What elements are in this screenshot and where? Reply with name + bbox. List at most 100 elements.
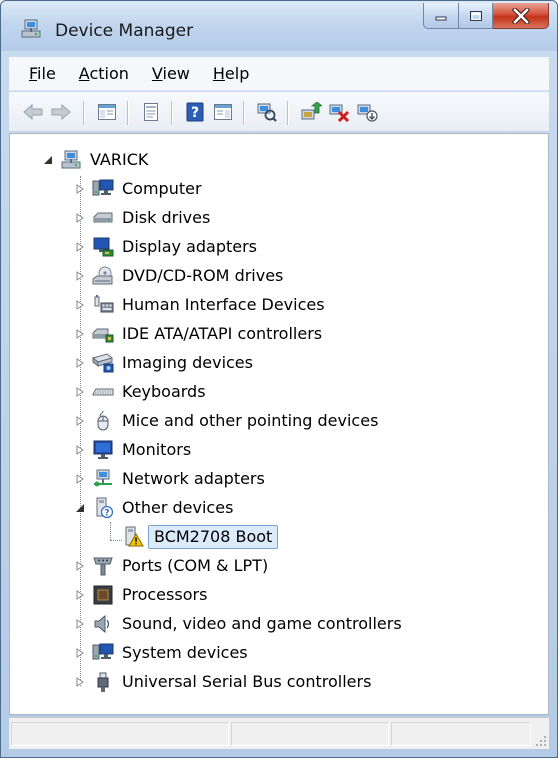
tree-item-label: Processors (122, 585, 208, 604)
device-manager-icon (21, 19, 41, 38)
unknown-device-icon: ? (96, 497, 114, 519)
menu-file[interactable]: File (29, 64, 56, 83)
status-cell (231, 722, 389, 746)
expand-triangle-icon[interactable] (74, 415, 86, 427)
tree-item-processors[interactable]: Processors (10, 581, 510, 609)
scan-hardware-button[interactable] (255, 100, 279, 124)
expand-triangle-icon[interactable] (74, 357, 86, 369)
tree-item-label: BCM2708 Boot (148, 525, 279, 549)
show-hide-console-tree-icon (98, 104, 116, 120)
svg-text:?: ? (191, 105, 199, 121)
tree-item-hid[interactable]: Human Interface Devices (10, 291, 510, 319)
sound-icon (94, 614, 110, 634)
status-bar (9, 717, 549, 749)
ide-controller-icon (92, 328, 114, 343)
network-adapter-icon (94, 469, 112, 487)
tree-item-ide-controllers[interactable]: IDE ATA/ATAPI controllers (10, 320, 510, 348)
expand-triangle-icon[interactable] (74, 270, 86, 282)
svg-text:?: ? (104, 509, 109, 519)
usb-icon (97, 672, 109, 692)
tree-item-disk-drives[interactable]: Disk drives (10, 204, 510, 232)
status-cell (11, 722, 229, 746)
menu-view-key: V (151, 64, 163, 83)
tree-item-label: Ports (COM & LPT) (122, 556, 269, 575)
tree-item-label: Monitors (122, 440, 192, 459)
device-tree[interactable]: VARICK Computer Disk drives Display adap… (9, 133, 549, 715)
expand-triangle-icon[interactable] (74, 328, 86, 340)
back-button[interactable] (21, 100, 45, 124)
expand-triangle-icon[interactable] (74, 618, 86, 630)
close-icon (511, 7, 530, 24)
expand-triangle-icon[interactable] (74, 183, 86, 195)
monitor-icon (93, 440, 113, 459)
collapse-triangle-icon[interactable] (42, 154, 54, 166)
tree-item-label: Imaging devices (122, 353, 253, 372)
show-hide-console-tree-button[interactable] (95, 100, 119, 124)
show-hide-action-pane-icon (214, 104, 232, 120)
expand-triangle-icon[interactable] (74, 647, 86, 659)
resize-grip-icon[interactable] (535, 735, 547, 747)
expand-triangle-icon[interactable] (74, 299, 86, 311)
warning-device-icon (125, 526, 144, 547)
help-button[interactable]: ? (183, 100, 207, 124)
toolbar-separator (83, 101, 84, 125)
tree-item-sound[interactable]: Sound, video and game controllers (10, 610, 510, 638)
minimize-button[interactable] (423, 3, 459, 29)
tree-root-row[interactable]: VARICK (10, 146, 510, 174)
tree-item-ports[interactable]: Ports (COM & LPT) (10, 552, 510, 580)
tree-item-network-adapters[interactable]: Network adapters (10, 465, 510, 493)
tree-item-imaging-devices[interactable]: Imaging devices (10, 349, 510, 377)
tree-item-label: System devices (122, 643, 248, 662)
update-driver-button[interactable] (299, 100, 323, 124)
menu-bar: File Action View Help (9, 57, 549, 91)
tree-item-keyboards[interactable]: Keyboards (10, 378, 510, 406)
tree-item-other-devices[interactable]: ? Other devices (10, 494, 510, 522)
disable-device-button[interactable] (355, 100, 379, 124)
expand-triangle-icon[interactable] (74, 473, 86, 485)
tree-item-label: Sound, video and game controllers (122, 614, 402, 633)
tree-item-label: Disk drives (122, 208, 211, 227)
tree-item-mice[interactable]: Mice and other pointing devices (10, 407, 510, 435)
tree-item-dvd-drives[interactable]: DVD/CD-ROM drives (10, 262, 510, 290)
port-icon (93, 557, 113, 576)
expand-triangle-icon[interactable] (74, 444, 86, 456)
expand-triangle-icon[interactable] (74, 212, 86, 224)
maximize-icon (469, 10, 482, 21)
tree-item-system-devices[interactable]: System devices (10, 639, 510, 667)
maximize-button[interactable] (459, 3, 493, 29)
close-button[interactable] (493, 3, 549, 29)
display-adapter-icon (93, 237, 114, 257)
tree-item-usb-controllers[interactable]: Universal Serial Bus controllers (10, 668, 510, 696)
tree-item-display-adapters[interactable]: Display adapters (10, 233, 510, 261)
menu-view[interactable]: View (152, 64, 190, 83)
tree-item-label: Keyboards (122, 382, 206, 401)
menu-help[interactable]: Help (213, 64, 249, 83)
collapse-triangle-icon[interactable] (74, 502, 86, 514)
menu-help-key: H (212, 64, 225, 83)
tree-item-label: IDE ATA/ATAPI controllers (122, 324, 323, 343)
expand-triangle-icon[interactable] (74, 560, 86, 572)
title-bar[interactable]: Device Manager (1, 1, 557, 51)
menu-file-rest: ile (37, 64, 56, 83)
tree-item-monitors[interactable]: Monitors (10, 436, 510, 464)
device-manager-window: Device Manager File Action View Help ? V… (0, 0, 558, 758)
scan-hardware-icon (257, 103, 277, 122)
expand-triangle-icon[interactable] (74, 676, 86, 688)
tree-item-bcm2708-boot[interactable]: BCM2708 Boot (10, 523, 510, 551)
tree-item-label: Mice and other pointing devices (122, 411, 379, 430)
back-icon (23, 103, 43, 121)
menu-help-rest: elp (224, 64, 250, 83)
processor-icon (93, 585, 113, 605)
menu-action[interactable]: Action (79, 64, 129, 83)
expand-triangle-icon[interactable] (74, 386, 86, 398)
expand-triangle-icon[interactable] (74, 241, 86, 253)
uninstall-button[interactable] (327, 100, 351, 124)
computer-network-icon (61, 150, 81, 169)
tree-item-computer[interactable]: Computer (10, 175, 510, 203)
window-title: Device Manager (55, 21, 194, 41)
forward-button[interactable] (49, 100, 73, 124)
expand-triangle-icon[interactable] (74, 589, 86, 601)
properties-button[interactable] (139, 100, 163, 124)
tree-item-label: Other devices (122, 498, 234, 517)
show-hide-action-pane-button[interactable] (211, 100, 235, 124)
